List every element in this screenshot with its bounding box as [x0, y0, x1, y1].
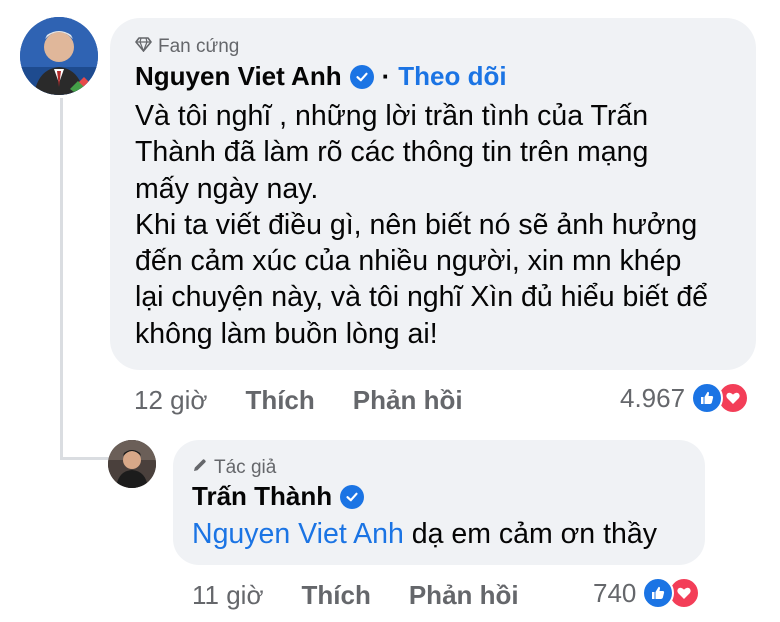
reply-text: Nguyen Viet Anh dạ em cảm ơn thầy	[192, 518, 657, 551]
reply-actions: 11 giờ Thích Phản hồi	[192, 580, 519, 611]
mention-link[interactable]: Nguyen Viet Anh	[192, 518, 404, 550]
fan-badge: Fan cứng	[135, 36, 239, 58]
comment-timestamp[interactable]: 12 giờ	[134, 385, 207, 416]
avatar-nguyen-viet-anh[interactable]	[20, 17, 98, 95]
like-button[interactable]: Thích	[245, 385, 314, 416]
comment-author-name[interactable]: Nguyen Viet Anh	[135, 61, 342, 92]
reply-button[interactable]: Phản hồi	[409, 580, 519, 611]
pencil-icon	[192, 457, 208, 479]
reaction-count: 740	[593, 577, 637, 608]
reaction-count: 4.967	[620, 382, 686, 413]
reply-button[interactable]: Phản hồi	[353, 385, 463, 416]
comment-text: Và tôi nghĩ , những lời trần tình của Tr…	[135, 100, 709, 350]
like-button[interactable]: Thích	[302, 580, 371, 611]
comment-actions: 12 giờ Thích Phản hồi	[134, 385, 463, 416]
reaction-icons	[642, 577, 701, 609]
thread-connector-vertical	[60, 98, 63, 460]
reply-timestamp[interactable]: 11 giờ	[192, 580, 264, 611]
author-badge-label: Tác giả	[214, 457, 277, 478]
reply-reactions[interactable]: 740	[593, 577, 701, 609]
author-badge: Tác giả	[192, 457, 276, 479]
avatar-tran-thanh[interactable]	[108, 440, 156, 488]
reply-header: Trấn Thành	[192, 481, 365, 512]
avatar-image	[20, 17, 98, 95]
reply-message: dạ em cảm ơn thầy	[403, 518, 657, 550]
like-thumb-icon	[642, 577, 675, 609]
comment-reactions[interactable]: 4.967	[620, 382, 750, 414]
comment-thread: Fan cứng Nguyen Viet Anh · Theo dõi Và t…	[0, 0, 780, 622]
like-thumb-icon	[691, 382, 724, 414]
follow-button[interactable]: Theo dõi	[398, 61, 506, 92]
diamond-icon	[135, 36, 152, 58]
comment-header: Nguyen Viet Anh · Theo dõi	[135, 61, 507, 92]
verified-check-icon	[349, 64, 374, 89]
avatar-image	[108, 440, 156, 488]
separator-dot: ·	[381, 61, 391, 91]
reaction-icons	[691, 382, 750, 414]
verified-check-icon	[340, 484, 365, 509]
fan-badge-label: Fan cứng	[158, 36, 240, 57]
reply-author-name[interactable]: Trấn Thành	[192, 481, 332, 512]
